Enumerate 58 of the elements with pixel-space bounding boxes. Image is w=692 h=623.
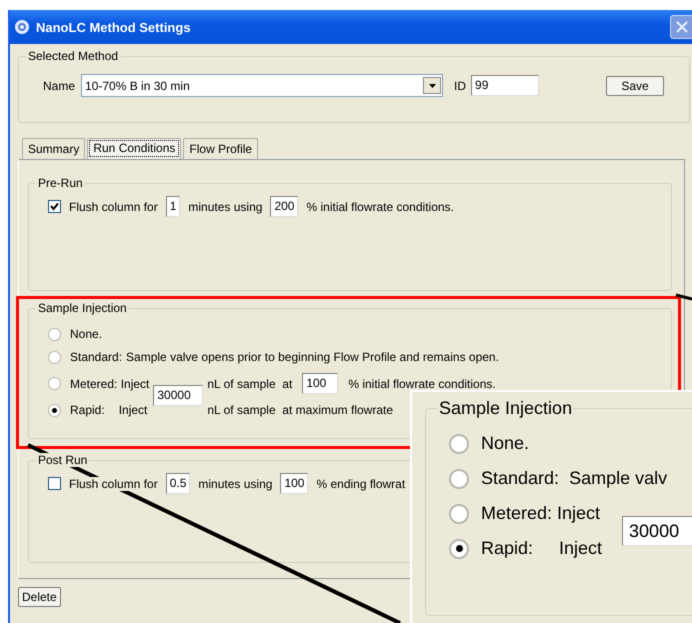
input-field[interactable]: 100: [280, 473, 308, 494]
radio-button[interactable]: [449, 504, 469, 524]
name-label: Name: [43, 78, 76, 92]
field-label: Flush column for: [69, 200, 158, 214]
option-label: None.: [481, 433, 530, 454]
option-label: Rapid:: [70, 403, 105, 417]
field-label: minutes using: [188, 200, 262, 214]
close-icon: [675, 20, 689, 34]
tab[interactable]: Flow Profile: [183, 138, 258, 159]
save-button[interactable]: Save: [606, 76, 664, 96]
field-label: Sample valve opens prior to beginning Flow Profile and remains open.: [126, 350, 499, 364]
leader-line: [676, 294, 692, 300]
caret-icon: [428, 84, 436, 88]
input-field[interactable]: 30000: [622, 516, 692, 546]
group-title: Post Run: [36, 453, 90, 467]
option-text: Sample valv: [569, 468, 668, 489]
field-label: nL of sample at: [207, 376, 292, 390]
group-title: Sample Injection: [438, 398, 574, 419]
option-label: Metered: Inject: [70, 376, 150, 390]
radio-button[interactable]: [48, 328, 61, 340]
option-label: Standard:: [481, 468, 560, 489]
input-field[interactable]: 99: [471, 75, 540, 96]
tab[interactable]: Summary: [22, 138, 86, 159]
id-label: ID: [454, 78, 466, 92]
input-field[interactable]: 100: [302, 373, 338, 394]
tab[interactable]: Run Conditions: [87, 138, 182, 159]
field-label: % ending flowrat: [316, 476, 406, 490]
field-label: Flush column for: [69, 476, 158, 490]
field-label: minutes using: [198, 476, 272, 490]
dropdown-button[interactable]: [423, 77, 442, 94]
delete-button[interactable]: Delete: [18, 587, 61, 607]
option-text: Inject: [559, 538, 602, 559]
field-label: % initial flowrate conditions.: [306, 200, 454, 214]
close-button[interactable]: [670, 15, 692, 39]
window-title: NanoLC Method Settings: [36, 20, 191, 34]
method-dropdown[interactable]: 10-70% B in 30 min: [81, 74, 444, 97]
option-label: Standard:: [70, 350, 122, 364]
group-title: Pre-Run: [37, 176, 84, 190]
option-label: None.: [70, 327, 102, 341]
checkbox[interactable]: [48, 477, 61, 490]
radio-button[interactable]: [449, 434, 469, 454]
option-text: Inject: [118, 403, 148, 417]
radio-button[interactable]: [48, 350, 61, 364]
group-title: Sample Injection: [37, 301, 128, 315]
group-title: Selected Method: [27, 49, 120, 63]
field-label: % initial flowrate conditions.: [348, 376, 496, 390]
radio-button[interactable]: [48, 377, 61, 390]
checkbox[interactable]: [48, 200, 61, 213]
input-field[interactable]: 200: [270, 196, 298, 217]
radio-button[interactable]: [449, 468, 469, 488]
option-label: Metered: Inject: [481, 503, 600, 524]
input-field[interactable]: 1: [166, 196, 180, 217]
field-label: nL of sample at maximum flowrate: [207, 403, 393, 417]
input-field[interactable]: 30000: [153, 384, 204, 406]
input-field[interactable]: 0.5: [166, 473, 190, 494]
radio-button[interactable]: [48, 404, 61, 416]
radio-button[interactable]: [449, 538, 469, 558]
option-label: Rapid:: [481, 538, 534, 559]
